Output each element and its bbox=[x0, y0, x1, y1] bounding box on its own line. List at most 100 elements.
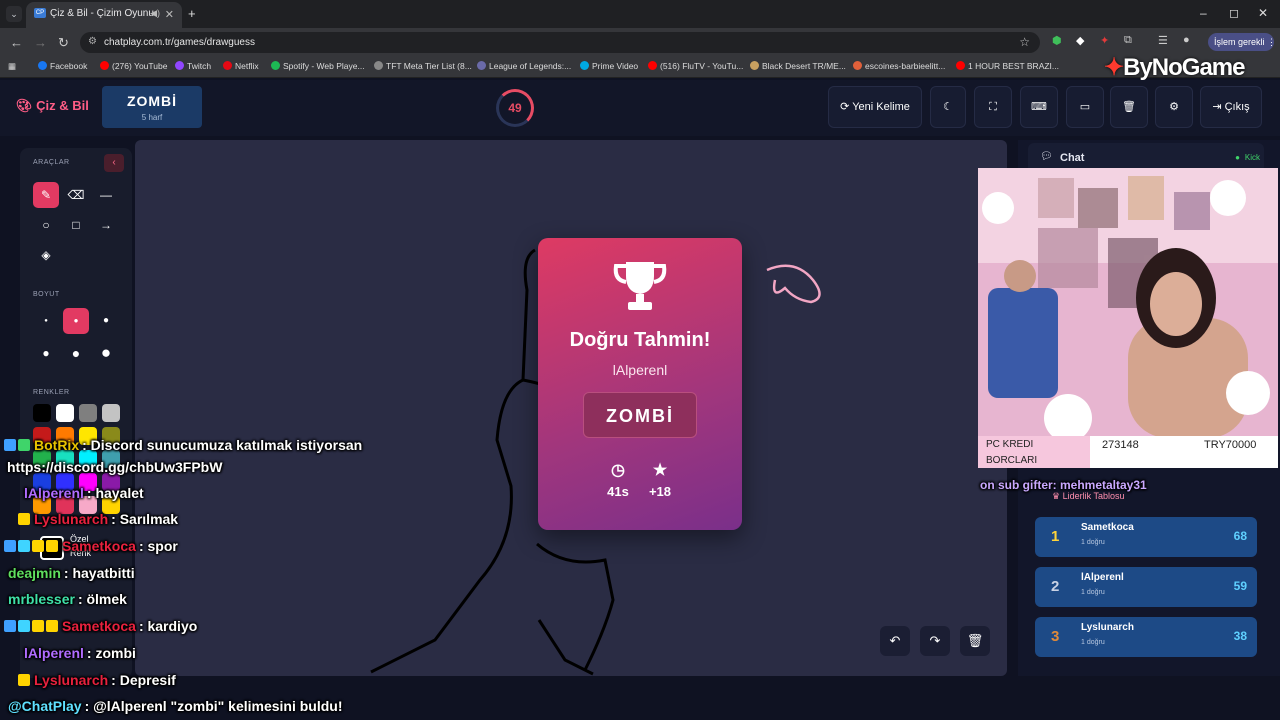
size-xxl-button[interactable]: ● bbox=[93, 340, 119, 366]
rectangle-tool-button[interactable]: □ bbox=[63, 212, 89, 238]
apps-grid-icon[interactable]: ▦ bbox=[8, 61, 16, 72]
overlay-chat-message: @ChatPlay: @lAlperenl "zombi" kelimesini… bbox=[6, 698, 343, 714]
facebook-icon bbox=[38, 61, 47, 70]
chat-badge-icon bbox=[32, 540, 44, 552]
app-brand[interactable]: 🎨︎ Çiz & Bil bbox=[16, 98, 89, 114]
tab-close-icon[interactable]: ✕ bbox=[165, 8, 174, 21]
browser-tab[interactable]: CP Çiz & Bil - Çizim Oyunu ◀) ✕ bbox=[26, 2, 182, 28]
leaderboard-row: 3 Lyslunarch 1 doğru 38 bbox=[1035, 617, 1257, 657]
rank: 3 bbox=[1051, 628, 1060, 645]
reading-list-icon[interactable]: ☰ bbox=[1158, 34, 1168, 47]
dark-mode-button[interactable]: ☾ bbox=[930, 86, 966, 128]
bookmark-item[interactable]: Netflix bbox=[223, 61, 259, 71]
chat-username: Lyslunarch bbox=[34, 672, 109, 688]
new-tab-plus-icon[interactable]: + bbox=[188, 6, 196, 21]
size-l-button[interactable]: ● bbox=[33, 340, 59, 366]
bookmark-item[interactable]: 1 HOUR BEST BRAZI... bbox=[956, 61, 1059, 71]
color-swatch[interactable] bbox=[33, 404, 51, 422]
bookmark-item[interactable]: Black Desert TR/ME... bbox=[750, 61, 846, 71]
color-swatch[interactable] bbox=[56, 404, 74, 422]
current-word: ZOMBİ bbox=[126, 93, 178, 109]
canvas-clear-button[interactable]: 🗑︎ bbox=[960, 626, 990, 656]
bookmark-star-icon[interactable]: ☆ bbox=[1019, 35, 1030, 49]
chat-text: : Sarılmak bbox=[111, 511, 179, 527]
clear-button[interactable]: 🗑︎ bbox=[1110, 86, 1148, 128]
circle-tool-button[interactable]: ○ bbox=[33, 212, 59, 238]
overlay-chat-message: lAlperenl: hayalet bbox=[22, 485, 144, 501]
browser-tab-bar: ⌄ CP Çiz & Bil - Çizim Oyunu ◀) ✕ + – ◻ ✕ bbox=[0, 0, 1280, 28]
bookmark-item[interactable]: TFT Meta Tier List (8... bbox=[374, 61, 472, 71]
chevron-left-icon: ‹ bbox=[112, 157, 116, 168]
bookmark-item[interactable]: Twitch bbox=[175, 61, 211, 71]
settings-button[interactable]: ⚙ bbox=[1155, 86, 1193, 128]
square-icon: □ bbox=[72, 218, 80, 232]
fill-tool-button[interactable]: ◈ bbox=[33, 242, 59, 268]
bookmark-item[interactable]: (276) YouTube bbox=[100, 61, 167, 71]
popup-title: Doğru Tahmin! bbox=[569, 329, 711, 351]
trash-icon: 🗑︎ bbox=[1122, 101, 1136, 113]
line-tool-button[interactable]: — bbox=[93, 182, 119, 208]
size-m-button[interactable]: ● bbox=[93, 308, 119, 334]
color-swatch[interactable] bbox=[102, 404, 120, 422]
line-icon: — bbox=[100, 188, 112, 202]
archive-button[interactable]: ▭ bbox=[1066, 86, 1104, 128]
chat-badge-icon bbox=[4, 439, 16, 451]
chat-text: : Discord sunucumuza katılmak istiyorsan bbox=[82, 437, 363, 453]
color-swatch[interactable] bbox=[79, 404, 97, 422]
undo-icon: ↶ bbox=[889, 633, 901, 648]
bookmark-item[interactable]: escoines-barbieelitt... bbox=[853, 61, 945, 71]
site-info-icon[interactable]: ⚙ bbox=[88, 36, 97, 47]
profile-action-chip[interactable]: İşlem gerekli ⋮ bbox=[1208, 33, 1276, 51]
bookmark-item[interactable]: Facebook bbox=[38, 61, 87, 71]
new-word-button[interactable]: ⟳ Yeni Kelime bbox=[828, 86, 922, 128]
webcam-label-1: PC KREDI bbox=[986, 439, 1034, 450]
bookmark-item[interactable]: Spotify - Web Playe... bbox=[271, 61, 365, 71]
speaker-icon[interactable]: ◀) bbox=[150, 8, 160, 19]
avatar-icon[interactable]: ● bbox=[1183, 34, 1190, 46]
expand-icon: ⛶ bbox=[989, 101, 997, 113]
bookmark-item[interactable]: League of Legends:... bbox=[477, 61, 571, 71]
player-name: Lyslunarch bbox=[1081, 622, 1134, 633]
chat-text: : ölmek bbox=[77, 591, 127, 607]
chat-badge-icon bbox=[18, 620, 30, 632]
url-text: chatplay.com.tr/games/drawguess bbox=[104, 37, 255, 48]
reload-icon[interactable]: ↻ bbox=[58, 35, 69, 51]
exit-button[interactable]: ⇥ Çıkış bbox=[1200, 86, 1262, 128]
redo-button[interactable]: ↷ bbox=[920, 626, 950, 656]
chat-username: deajmin bbox=[8, 565, 61, 581]
eraser-tool-button[interactable]: ⌫ bbox=[63, 182, 89, 208]
shield-extension-icon[interactable]: ⬢ bbox=[1052, 34, 1062, 47]
maximize-icon[interactable]: ◻ bbox=[1229, 6, 1239, 20]
flame-icon: ✦ bbox=[1104, 54, 1124, 81]
trophy-icon bbox=[538, 258, 742, 319]
size-s-button[interactable]: ● bbox=[63, 308, 89, 334]
minimize-icon[interactable]: – bbox=[1200, 6, 1207, 20]
bookmark-item[interactable]: (516) FluTV - YouTu... bbox=[648, 61, 743, 71]
pen-tool-button[interactable]: ✎ bbox=[33, 182, 59, 208]
window-close-icon[interactable]: ✕ bbox=[1258, 6, 1268, 20]
collapse-panel-button[interactable]: ‹ bbox=[104, 154, 124, 172]
keyboard-button[interactable]: ⌨ bbox=[1020, 86, 1058, 128]
tab-search-chevron-icon[interactable]: ⌄ bbox=[6, 6, 22, 22]
extension-red-icon[interactable]: ✦ bbox=[1100, 34, 1109, 47]
trash-icon: 🗑︎ bbox=[966, 633, 984, 648]
puzzle-icon[interactable]: ⧉ bbox=[1124, 34, 1132, 47]
arrow-tool-button[interactable]: → bbox=[93, 212, 119, 238]
leaderboard-title: ♛ Liderlik Tablosu bbox=[1052, 491, 1125, 501]
bookmark-item[interactable]: Prime Video bbox=[580, 61, 638, 71]
size-xs-button[interactable]: ● bbox=[33, 308, 59, 334]
overlay-chat-message: deajmin: hayatbitti bbox=[6, 565, 135, 581]
chat-title: Chat bbox=[1060, 152, 1085, 164]
extension-icon[interactable]: ◆ bbox=[1076, 34, 1084, 47]
url-bar[interactable]: ⚙ chatplay.com.tr/games/drawguess ☆ bbox=[80, 32, 1040, 53]
overlay-chat-message: Lyslunarch: Sarılmak bbox=[18, 511, 178, 527]
webcam-target: TRY70000 bbox=[1204, 439, 1257, 451]
fullscreen-button[interactable]: ⛶ bbox=[974, 86, 1012, 128]
undo-button[interactable]: ↶ bbox=[880, 626, 910, 656]
refresh-icon: ⟳ bbox=[840, 101, 850, 113]
size-xl-button[interactable]: ● bbox=[63, 340, 89, 366]
chat-username: lAlperenl bbox=[24, 645, 84, 661]
chat-text: : Depresif bbox=[111, 672, 176, 688]
back-arrow-icon[interactable]: ← bbox=[10, 35, 23, 50]
forward-arrow-icon[interactable]: → bbox=[34, 35, 47, 50]
